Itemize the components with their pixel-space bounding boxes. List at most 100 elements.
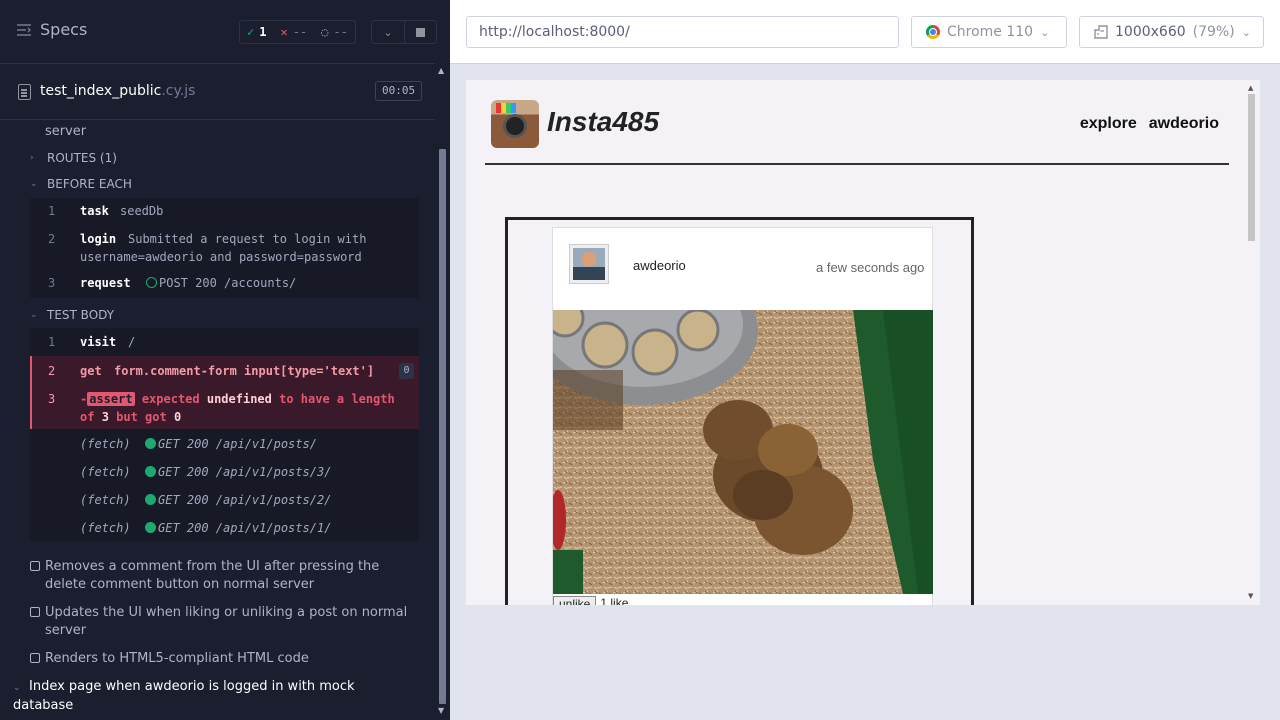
suite-title: Index page when awdeorio is logged in wi… xyxy=(13,679,355,713)
assert-line-cont: of 3 but got 0 xyxy=(80,408,181,426)
url-bar[interactable]: http://localhost:8000/ xyxy=(466,16,899,48)
command-number: 1 xyxy=(48,204,56,218)
passed-stat: ✓ 1 xyxy=(240,25,273,39)
file-ext-text: .cy.js xyxy=(161,83,196,99)
x-icon: ✕ xyxy=(280,25,288,39)
chevron-down-icon: ⌄ xyxy=(383,25,393,39)
section-test-body[interactable]: ⌄ TEST BODY xyxy=(30,308,114,322)
brand-title[interactable]: Insta485 xyxy=(547,106,659,138)
status-dot-icon xyxy=(145,466,156,477)
command-message: Submitted a request to login with xyxy=(128,232,367,246)
failed-count: -- xyxy=(292,25,308,39)
specs-button[interactable]: Specs xyxy=(16,20,87,39)
command-log: server › ROUTES (1) ⌄ BEFORE EACH 1 task… xyxy=(0,120,435,720)
app-scrollbar[interactable]: ▲ ▼ xyxy=(1247,84,1257,604)
spec-file-name[interactable]: test_index_public.cy.js xyxy=(40,83,195,99)
visit-command[interactable]: 1 visit / xyxy=(30,328,419,356)
specs-label: Specs xyxy=(40,20,88,39)
section-before-each[interactable]: ⌄ BEFORE EACH xyxy=(30,177,132,191)
viewport-size: 1000x660 xyxy=(1115,24,1186,40)
fetch-label: (fetch) xyxy=(80,493,131,507)
test-title: Removes a comment from the UI after pres… xyxy=(45,559,380,592)
fetch-message: GET 200 /api/v1/posts/1/ xyxy=(145,519,331,537)
duration-badge: 00:05 xyxy=(375,81,423,101)
chicks-photo xyxy=(553,310,933,594)
status-dot-icon xyxy=(145,494,156,505)
section-routes[interactable]: › ROUTES (1) xyxy=(30,151,117,165)
assert-value: undefined xyxy=(206,392,272,406)
assert-line: - assert expected undefined to have a len… xyxy=(80,390,395,408)
log-scrollbar[interactable]: ▲ ▼ xyxy=(435,64,450,720)
stats-bar: ✓ 1 ✕ -- ◌ -- xyxy=(239,20,356,44)
header-divider xyxy=(485,163,1229,165)
command-name: get xyxy=(80,364,102,378)
chevron-down-icon: ⌄ xyxy=(1040,25,1050,39)
browser-selector[interactable]: Chrome 110 ⌄ xyxy=(911,16,1067,48)
post-owner-link[interactable]: awdeorio xyxy=(633,258,686,273)
test-title-cut: server xyxy=(45,124,87,139)
scroll-down-icon: ▼ xyxy=(1248,592,1254,600)
fetch-log: (fetch) GET 200 /api/v1/posts/ (fetch) G… xyxy=(30,429,419,541)
command-message: / xyxy=(128,335,136,349)
command-message: seedDb xyxy=(120,204,164,218)
feed-container: awdeorio a few seconds ago unlike 1 like xyxy=(505,217,974,605)
assert-value: 3 xyxy=(101,410,109,424)
chrome-icon xyxy=(926,25,940,39)
fetch-label: (fetch) xyxy=(80,465,131,479)
status-dot-icon xyxy=(145,438,156,449)
nav-explore-link[interactable]: explore xyxy=(1080,115,1137,133)
expand-button[interactable]: ⌄ xyxy=(372,21,404,43)
browser-label: Chrome 110 xyxy=(947,24,1034,40)
test-item[interactable]: Updates the UI when liking or unliking a… xyxy=(30,604,420,640)
avatar-image xyxy=(573,248,605,280)
pending-test-icon xyxy=(30,561,40,571)
menu-icon xyxy=(17,23,31,36)
command-name: visit xyxy=(80,335,117,349)
scrollbar-thumb[interactable] xyxy=(1248,94,1255,241)
logo-stripes xyxy=(496,103,516,113)
command-number: 3 xyxy=(48,276,56,290)
preview-header: http://localhost:8000/ Chrome 110 ⌄ 1000… xyxy=(450,0,1280,64)
fetch-text: GET 200 /api/v1/posts/ xyxy=(158,437,317,451)
post-avatar[interactable] xyxy=(569,244,609,284)
command-name: login xyxy=(80,232,117,246)
nav-user-link[interactable]: awdeorio xyxy=(1149,115,1219,133)
suite-item[interactable]: ⌄ Index page when awdeorio is logged in w… xyxy=(13,678,413,715)
stop-button[interactable] xyxy=(404,21,436,43)
reporter-panel: Specs ✓ 1 ✕ -- ◌ -- ⌄ test_index_public.… xyxy=(0,0,450,720)
element-count-badge: 0 xyxy=(399,363,414,379)
before-each-label: BEFORE EACH xyxy=(47,177,132,191)
scroll-down-icon: ▼ xyxy=(438,706,445,715)
chevron-down-icon: ⌄ xyxy=(30,179,38,189)
assert-text: expected xyxy=(141,392,200,406)
scroll-up-icon: ▲ xyxy=(1248,84,1254,92)
scrollbar-thumb[interactable] xyxy=(439,149,446,704)
camera-lens-icon xyxy=(503,114,527,138)
pending-test-icon xyxy=(30,607,40,617)
passed-count: 1 xyxy=(259,25,267,39)
test-body-label: TEST BODY xyxy=(47,308,115,322)
run-controls: ⌄ xyxy=(371,20,437,44)
assert-value: 0 xyxy=(173,410,182,424)
unlike-button[interactable]: unlike xyxy=(553,596,597,605)
assert-text: to have a length xyxy=(279,392,395,406)
assert-text: of xyxy=(80,410,95,424)
instagram-logo[interactable] xyxy=(491,100,539,148)
viewport-selector[interactable]: 1000x660 (79%) ⌄ xyxy=(1079,16,1264,48)
app-iframe: Insta485 explore awdeorio awdeorio a few… xyxy=(466,80,1260,605)
stop-icon xyxy=(416,27,425,37)
test-item[interactable]: Renders to HTML5-compliant HTML code xyxy=(30,650,420,668)
pending-test-icon xyxy=(30,653,40,663)
command-number: 1 xyxy=(48,335,56,349)
fetch-label: (fetch) xyxy=(80,437,131,451)
failed-stat: ✕ -- xyxy=(273,25,314,39)
pending-icon: ◌ xyxy=(321,25,329,39)
status-ring-icon xyxy=(146,277,157,288)
spec-file-header: test_index_public.cy.js 00:05 xyxy=(0,64,435,120)
post-timestamp-link[interactable]: a few seconds ago xyxy=(816,258,926,277)
test-item[interactable]: Removes a comment from the UI after pres… xyxy=(30,558,420,594)
assert-tag: assert xyxy=(87,392,135,406)
command-message-cont: username=awdeorio and password=password xyxy=(80,250,362,264)
command-number: 2 xyxy=(48,364,56,378)
command-message: form.comment-form input[type='text'] xyxy=(114,364,375,378)
